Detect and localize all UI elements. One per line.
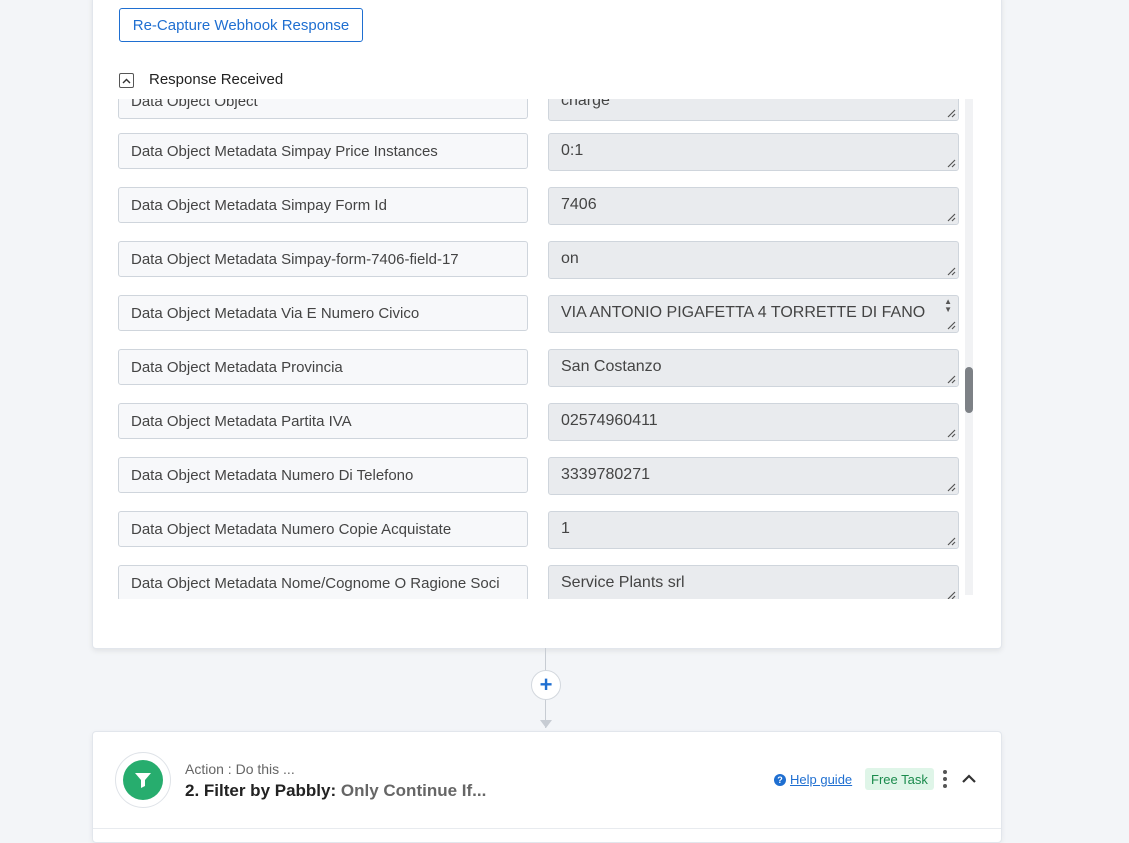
resize-grip-icon[interactable]: [946, 266, 956, 276]
resize-grip-icon[interactable]: [946, 158, 956, 168]
field-key: Data Object Metadata Simpay Form Id: [118, 187, 528, 223]
resize-grip-icon[interactable]: [946, 108, 956, 118]
field-key: Data Object Metadata Provincia: [118, 349, 528, 385]
field-value[interactable]: charge: [548, 99, 959, 121]
field-key: Data Object Object: [118, 99, 528, 119]
field-key: Data Object Metadata Nome/Cognome O Ragi…: [118, 565, 528, 599]
field-row: Data Object Object charge: [93, 99, 1001, 121]
response-received-label: Response Received: [149, 71, 284, 88]
divider: [93, 828, 1001, 829]
field-row: Data Object Metadata Simpay Form Id 7406: [93, 187, 1001, 225]
filter-icon: [123, 760, 163, 800]
field-row: Data Object Metadata Simpay-form-7406-fi…: [93, 241, 1001, 279]
action-subtitle: Action : Do this ...: [185, 761, 295, 777]
webhook-trigger-card: Re-Capture Webhook Response Response Rec…: [92, 0, 1002, 649]
arrow-down-icon: [540, 720, 552, 728]
field-value[interactable]: 0:1: [548, 133, 959, 171]
field-value[interactable]: on: [548, 241, 959, 279]
help-guide-link[interactable]: ? Help guide: [774, 772, 852, 787]
resize-grip-icon[interactable]: [946, 590, 956, 599]
field-row: Data Object Metadata Provincia San Costa…: [93, 349, 1001, 387]
field-value[interactable]: 1: [548, 511, 959, 549]
response-fields-list[interactable]: Data Object Object charge Data Object Me…: [93, 99, 1001, 599]
field-value[interactable]: San Costanzo: [548, 349, 959, 387]
app-icon: [115, 752, 171, 808]
resize-grip-icon[interactable]: [946, 482, 956, 492]
field-key: Data Object Metadata Numero Copie Acquis…: [118, 511, 528, 547]
resize-grip-icon[interactable]: [946, 374, 956, 384]
field-row: Data Object Metadata Nome/Cognome O Ragi…: [93, 565, 1001, 599]
add-step-button[interactable]: +: [531, 670, 561, 700]
chevron-up-icon: [122, 78, 131, 83]
collapse-chevron-icon[interactable]: [961, 772, 977, 786]
field-value[interactable]: VIA ANTONIO PIGAFETTA 4 TORRETTE DI FANO…: [548, 295, 959, 333]
field-key: Data Object Metadata Simpay-form-7406-fi…: [118, 241, 528, 277]
field-row: Data Object Metadata Numero Copie Acquis…: [93, 511, 1001, 549]
field-key: Data Object Metadata Simpay Price Instan…: [118, 133, 528, 169]
resize-grip-icon[interactable]: [946, 212, 956, 222]
resize-grip-icon[interactable]: [946, 320, 956, 330]
resize-grip-icon[interactable]: [946, 428, 956, 438]
free-task-badge: Free Task: [865, 768, 934, 790]
field-value[interactable]: 3339780271: [548, 457, 959, 495]
field-value[interactable]: 7406: [548, 187, 959, 225]
field-row: Data Object Metadata Via E Numero Civico…: [93, 295, 1001, 333]
field-key: Data Object Metadata Numero Di Telefono: [118, 457, 528, 493]
action-title: 2. Filter by Pabbly: Only Continue If...: [185, 781, 486, 801]
field-row: Data Object Metadata Simpay Price Instan…: [93, 133, 1001, 171]
action-event-name: Only Continue If...: [340, 781, 487, 800]
field-row: Data Object Metadata Numero Di Telefono …: [93, 457, 1001, 495]
action-step-card[interactable]: Action : Do this ... 2. Filter by Pabbly…: [92, 731, 1002, 843]
field-row: Data Object Metadata Partita IVA 0257496…: [93, 403, 1001, 441]
field-key: Data Object Metadata Partita IVA: [118, 403, 528, 439]
field-key: Data Object Metadata Via E Numero Civico: [118, 295, 528, 331]
field-value[interactable]: Service Plants srl: [548, 565, 959, 599]
action-app-name: 2. Filter by Pabbly:: [185, 781, 337, 800]
resize-grip-icon[interactable]: [946, 536, 956, 546]
collapse-response-toggle[interactable]: [119, 73, 134, 88]
help-guide-label: Help guide: [790, 772, 853, 787]
more-options-icon[interactable]: [941, 770, 949, 788]
scrollbar-thumb[interactable]: [965, 367, 973, 413]
recapture-webhook-button[interactable]: Re-Capture Webhook Response: [119, 8, 363, 42]
question-icon: ?: [774, 773, 786, 786]
fields-scrollbar[interactable]: [965, 99, 973, 595]
scroll-arrows-icon[interactable]: ▲ ▼: [944, 298, 952, 314]
field-value[interactable]: 02574960411: [548, 403, 959, 441]
